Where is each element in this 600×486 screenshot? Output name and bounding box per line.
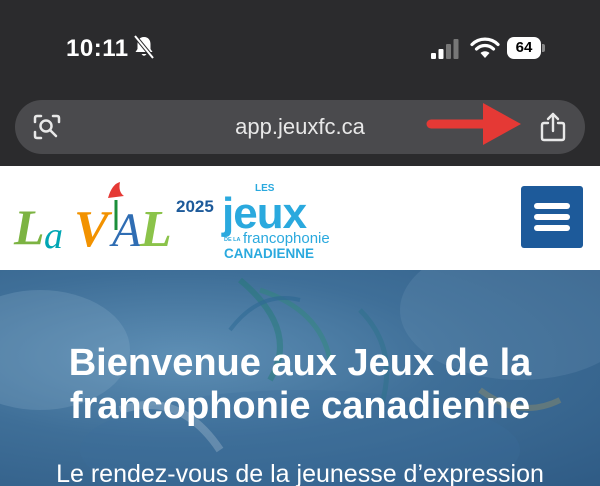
logo-year: 2025 xyxy=(176,197,214,216)
logo-city-l2: L xyxy=(139,201,172,258)
logo-city-a1: a xyxy=(44,215,63,257)
logo-city-l1: L xyxy=(13,199,45,255)
logo-city-v: V xyxy=(74,201,113,258)
wifi-icon xyxy=(470,37,500,58)
jeux-logo[interactable]: L a V A L 2025 LES jeux DE LA francophon… xyxy=(12,178,342,264)
annotation-arrow-icon xyxy=(426,103,521,145)
battery-level: 64 xyxy=(507,37,541,59)
status-bar: 10:11 64 xyxy=(0,0,600,98)
logo-francophonie: francophonie xyxy=(243,230,330,247)
hamburger-menu-icon[interactable] xyxy=(521,186,583,248)
logo-canadienne: CANADIENNE xyxy=(224,246,314,261)
battery-icon: 64 xyxy=(507,37,545,59)
visual-lookup-icon[interactable] xyxy=(33,114,61,140)
bell-slash-icon xyxy=(133,34,155,60)
battery-tip xyxy=(542,44,545,52)
hero-subtitle: Le rendez-vous de la jeunesse d’expressi… xyxy=(56,460,544,486)
logo-de-la: DE LA xyxy=(224,237,241,243)
signal-icon xyxy=(431,39,459,59)
menu-bar-middle xyxy=(534,214,570,220)
hero-title: Bienvenue aux Jeux de la francophonie ca… xyxy=(68,342,532,427)
hero-banner: Bienvenue aux Jeux de la francophonie ca… xyxy=(0,270,600,486)
menu-bar-bottom xyxy=(534,225,570,231)
logo-city-a2: A xyxy=(109,204,142,257)
logo-flower-mark xyxy=(108,182,124,198)
share-icon[interactable] xyxy=(539,112,567,142)
menu-bar-top xyxy=(534,203,570,209)
status-time: 10:11 xyxy=(66,35,129,62)
